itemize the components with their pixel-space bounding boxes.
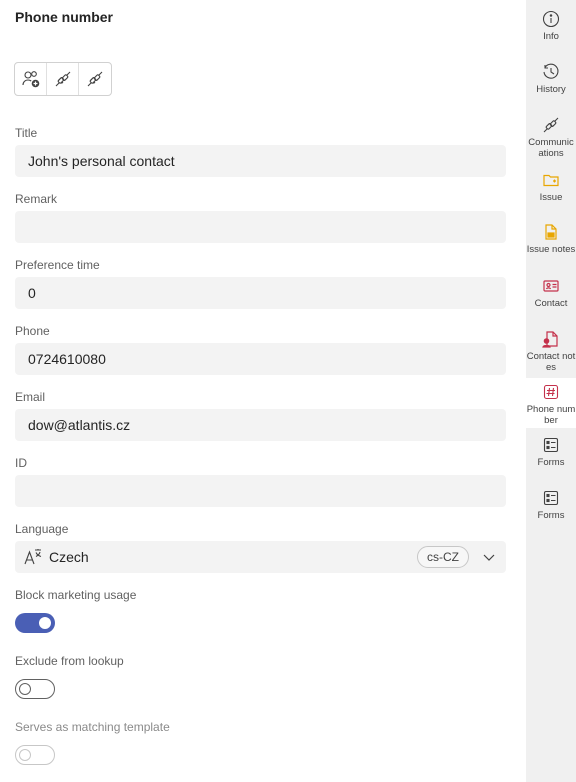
- toggle-knob: [39, 617, 51, 629]
- translate-icon: [24, 549, 42, 565]
- history-icon: [543, 63, 559, 79]
- right-rail: Info History Communications Issue Issue …: [526, 0, 576, 782]
- rail-item-forms-1[interactable]: Forms: [526, 435, 576, 471]
- phone-label: Phone: [15, 324, 50, 338]
- rail-item-label: Phone number: [526, 404, 576, 426]
- rail-item-label: Communications: [528, 137, 574, 159]
- remark-input[interactable]: [15, 211, 506, 243]
- rail-item-issue-notes[interactable]: Issue notes: [526, 222, 576, 268]
- language-value: Czech: [49, 549, 89, 565]
- exclude-lookup-toggle[interactable]: [15, 679, 55, 699]
- block-marketing-label: Block marketing usage: [15, 588, 137, 602]
- id-label: ID: [15, 456, 27, 470]
- title-label: Title: [15, 126, 38, 140]
- unlink-icon: [55, 71, 70, 87]
- rail-item-forms-2[interactable]: Forms: [526, 488, 576, 524]
- rail-item-history[interactable]: History: [526, 62, 576, 106]
- info-icon: [542, 10, 560, 28]
- matching-template-label: Serves as matching template: [15, 720, 170, 734]
- folder-icon: [543, 174, 559, 187]
- preference-time-label: Preference time: [15, 258, 100, 272]
- hash-icon: [543, 384, 559, 400]
- rail-item-label: Info: [543, 31, 559, 42]
- contact-card-icon: [543, 280, 559, 292]
- chevron-down-icon[interactable]: [481, 549, 497, 565]
- rail-item-label: Issue notes: [526, 244, 576, 255]
- email-label: Email: [15, 390, 46, 404]
- remark-label: Remark: [15, 192, 58, 206]
- rail-item-issue[interactable]: Issue: [526, 170, 576, 210]
- contact-note-icon: [542, 331, 558, 348]
- phone-input[interactable]: 0724610080: [15, 343, 506, 375]
- rail-item-label: Issue: [539, 192, 563, 203]
- toolbar: [14, 62, 112, 96]
- rail-item-phone-number[interactable]: Phone number: [526, 378, 576, 428]
- email-input[interactable]: dow@atlantis.cz: [15, 409, 506, 441]
- rail-item-label: Forms: [537, 510, 565, 521]
- matching-template-toggle: [15, 745, 55, 765]
- rail-item-label: Forms: [537, 457, 565, 468]
- unlink-icon: [87, 71, 103, 87]
- title-input[interactable]: John's personal contact: [15, 145, 506, 177]
- exclude-lookup-label: Exclude from lookup: [15, 654, 124, 668]
- toggle-knob: [19, 683, 31, 695]
- add-contact-button[interactable]: [15, 63, 47, 95]
- rail-item-label: History: [536, 84, 566, 95]
- main-panel: Phone number Title John's personal conta…: [0, 0, 526, 782]
- id-input[interactable]: [15, 475, 506, 507]
- note-icon: [545, 224, 557, 240]
- unlink-icon: [543, 117, 559, 133]
- rail-item-label: Contact notes: [526, 351, 576, 373]
- rail-item-info[interactable]: Info: [526, 9, 576, 53]
- block-marketing-toggle[interactable]: [15, 613, 55, 633]
- preference-time-input[interactable]: 0: [15, 277, 506, 309]
- language-code-badge: cs-CZ: [417, 546, 469, 568]
- rail-item-label: Contact: [534, 298, 568, 309]
- form-icon: [543, 490, 559, 506]
- language-select[interactable]: Czech cs-CZ: [15, 541, 506, 573]
- toggle-knob: [19, 749, 31, 761]
- page-title: Phone number: [15, 9, 114, 25]
- add-contact-icon: [21, 71, 39, 88]
- rail-item-contact-notes[interactable]: Contact notes: [526, 329, 576, 375]
- unlink-button-1[interactable]: [47, 63, 79, 95]
- rail-item-contact[interactable]: Contact: [526, 276, 576, 312]
- unlink-button-2[interactable]: [79, 63, 111, 95]
- form-icon: [543, 437, 559, 453]
- language-label: Language: [15, 522, 69, 536]
- rail-item-communications[interactable]: Communications: [526, 115, 576, 163]
